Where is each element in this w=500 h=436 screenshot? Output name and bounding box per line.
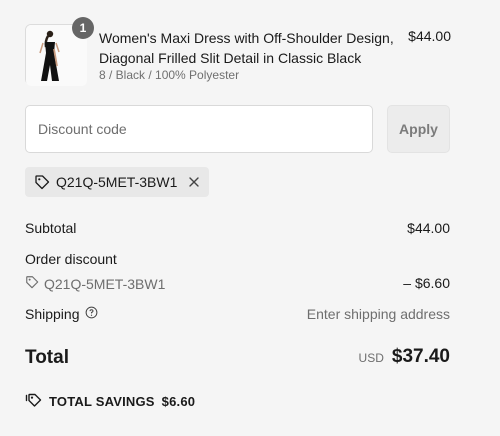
shipping-row: Shipping Enter shipping address	[25, 306, 450, 322]
shipping-value: Enter shipping address	[306, 306, 450, 322]
product-name: Women's Maxi Dress with Off-Shoulder Des…	[99, 30, 394, 66]
subtotal-label: Subtotal	[25, 220, 77, 236]
total-label: Total	[25, 347, 69, 368]
subtotal-value: $44.00	[407, 220, 450, 236]
product-price: $44.00	[408, 28, 451, 44]
discount-code-label: Q21Q-5MET-3BW1	[44, 275, 166, 292]
line-item: 1 Women's Maxi Dress with Off-Shoulder D…	[25, 17, 451, 86]
discount-code-input[interactable]	[25, 105, 373, 153]
discount-amount: – $6.60	[403, 275, 450, 291]
total-amount: USD $37.40	[359, 346, 450, 368]
total-savings: TOTAL SAVINGS $6.60	[25, 392, 195, 411]
shipping-label: Shipping	[25, 306, 80, 322]
tag-icon	[34, 174, 50, 190]
currency-code: USD	[358, 351, 384, 365]
savings-label: TOTAL SAVINGS	[49, 394, 155, 409]
discount-code-row: Q21Q-5MET-3BW1 – $6.60	[25, 275, 450, 292]
tag-icon	[25, 275, 39, 292]
quantity-badge: 1	[72, 17, 94, 39]
order-discount-row: Order discount	[25, 251, 450, 267]
help-circle-icon[interactable]	[85, 306, 98, 322]
total-value: $37.40	[391, 346, 450, 367]
order-discount-label: Order discount	[25, 251, 117, 267]
remove-discount-icon[interactable]	[187, 175, 201, 189]
savings-value: $6.60	[161, 394, 196, 409]
applied-code-text: Q21Q-5MET-3BW1	[56, 174, 178, 190]
applied-discount-chip: Q21Q-5MET-3BW1	[25, 167, 210, 197]
subtotal-row: Subtotal $44.00	[25, 220, 450, 236]
savings-tag-icon	[25, 392, 42, 411]
product-variant: 8 / Black / 100% Polyester	[99, 68, 240, 82]
apply-button[interactable]: Apply	[387, 105, 450, 153]
discount-code-line: Q21Q-5MET-3BW1	[25, 275, 450, 292]
